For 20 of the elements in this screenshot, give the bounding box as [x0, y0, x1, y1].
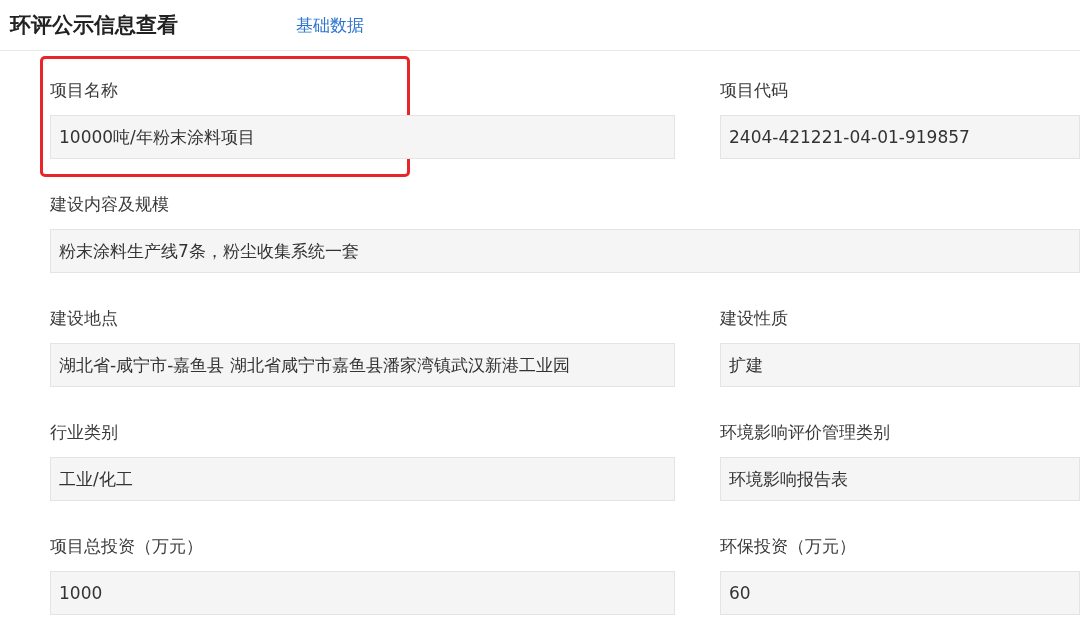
- field-label: 行业类别: [50, 421, 118, 443]
- text-field[interactable]: 粉末涂料生产线7条，粉尘收集系统一套: [50, 229, 1080, 273]
- field-label: 项目名称: [50, 79, 118, 101]
- text-field[interactable]: 60: [720, 571, 1080, 615]
- text-field[interactable]: 工业/化工: [50, 457, 675, 501]
- field-label: 环境影响评价管理类别: [720, 421, 890, 443]
- field-label: 环保投资（万元）: [720, 535, 856, 557]
- text-field[interactable]: 湖北省-咸宁市-嘉鱼县 湖北省咸宁市嘉鱼县潘家湾镇武汉新港工业园: [50, 343, 675, 387]
- basic-data-link[interactable]: 基础数据: [296, 13, 364, 37]
- field-label: 建设地点: [50, 307, 118, 329]
- field-label: 建设内容及规模: [50, 193, 169, 215]
- field-label: 建设性质: [720, 307, 788, 329]
- text-field[interactable]: 2404-421221-04-01-919857: [720, 115, 1080, 159]
- field-label: 项目总投资（万元）: [50, 535, 203, 557]
- field-label: 项目代码: [720, 79, 788, 101]
- text-field[interactable]: 10000吨/年粉末涂料项目: [50, 115, 675, 159]
- text-field[interactable]: 1000: [50, 571, 675, 615]
- text-field[interactable]: 环境影响报告表: [720, 457, 1080, 501]
- page-title: 环评公示信息查看: [10, 12, 179, 39]
- text-field[interactable]: 扩建: [720, 343, 1080, 387]
